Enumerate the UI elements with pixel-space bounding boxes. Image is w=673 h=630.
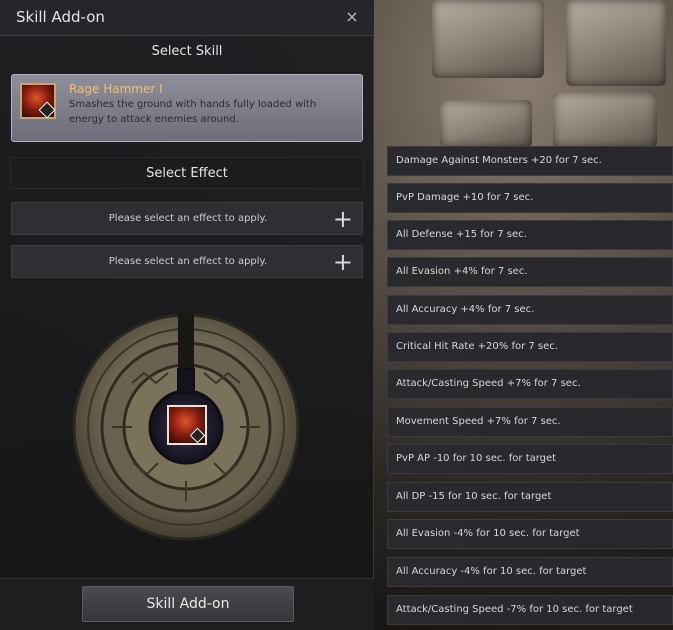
skill-badge-icon	[38, 101, 56, 119]
effect-option[interactable]: Attack/Casting Speed -7% for 10 sec. for…	[387, 595, 673, 625]
effect-slot-1[interactable]: Please select an effect to apply. +	[11, 202, 363, 235]
skill-description: Smashes the ground with hands fully load…	[69, 99, 317, 125]
effect-option[interactable]: Damage Against Monsters +20 for 7 sec.	[387, 146, 673, 176]
select-effect-heading: Select Effect	[10, 157, 364, 189]
effect-slot-text: Please select an effect to apply.	[108, 213, 268, 224]
selected-skill-card[interactable]: Rage Hammer I Smashes the ground with ha…	[11, 74, 363, 142]
skill-badge-icon	[189, 427, 206, 444]
skill-addon-button[interactable]: Skill Add-on	[82, 586, 294, 622]
skill-name: Rage Hammer I	[69, 82, 163, 96]
effect-option[interactable]: All Evasion -4% for 10 sec. for target	[387, 519, 673, 549]
effect-option[interactable]: PvP AP -10 for 10 sec. for target	[387, 444, 673, 474]
background-stone	[440, 100, 532, 148]
dial-skill-icon	[167, 405, 207, 445]
effect-option[interactable]: All Defense +15 for 7 sec.	[387, 220, 673, 250]
title-bar: Skill Add-on ×	[0, 0, 374, 36]
effect-slot-text: Please select an effect to apply.	[108, 256, 268, 267]
skill-icon	[20, 83, 56, 119]
plus-icon[interactable]: +	[333, 250, 353, 274]
effect-option[interactable]: Attack/Casting Speed +7% for 7 sec.	[387, 369, 673, 399]
effect-option[interactable]: PvP Damage +10 for 7 sec.	[387, 183, 673, 213]
background-stone	[553, 92, 657, 148]
effect-option[interactable]: Critical Hit Rate +20% for 7 sec.	[387, 332, 673, 362]
effect-option[interactable]: Movement Speed +7% for 7 sec.	[387, 407, 673, 437]
select-skill-heading: Select Skill	[151, 44, 223, 59]
effect-option[interactable]: All DP -15 for 10 sec. for target	[387, 482, 673, 512]
background-stone	[432, 0, 544, 78]
effect-option[interactable]: All Evasion +4% for 7 sec.	[387, 257, 673, 287]
effect-slot-2[interactable]: Please select an effect to apply. +	[11, 245, 363, 278]
close-icon[interactable]: ×	[344, 9, 360, 25]
background-stone	[566, 0, 666, 86]
window-title: Skill Add-on	[16, 8, 105, 26]
effect-option[interactable]: All Accuracy +4% for 7 sec.	[387, 295, 673, 325]
plus-icon[interactable]: +	[333, 207, 353, 231]
effect-option[interactable]: All Accuracy -4% for 10 sec. for target	[387, 557, 673, 587]
skill-addon-panel: Skill Add-on × Select Skill Rage Hammer …	[0, 0, 374, 630]
